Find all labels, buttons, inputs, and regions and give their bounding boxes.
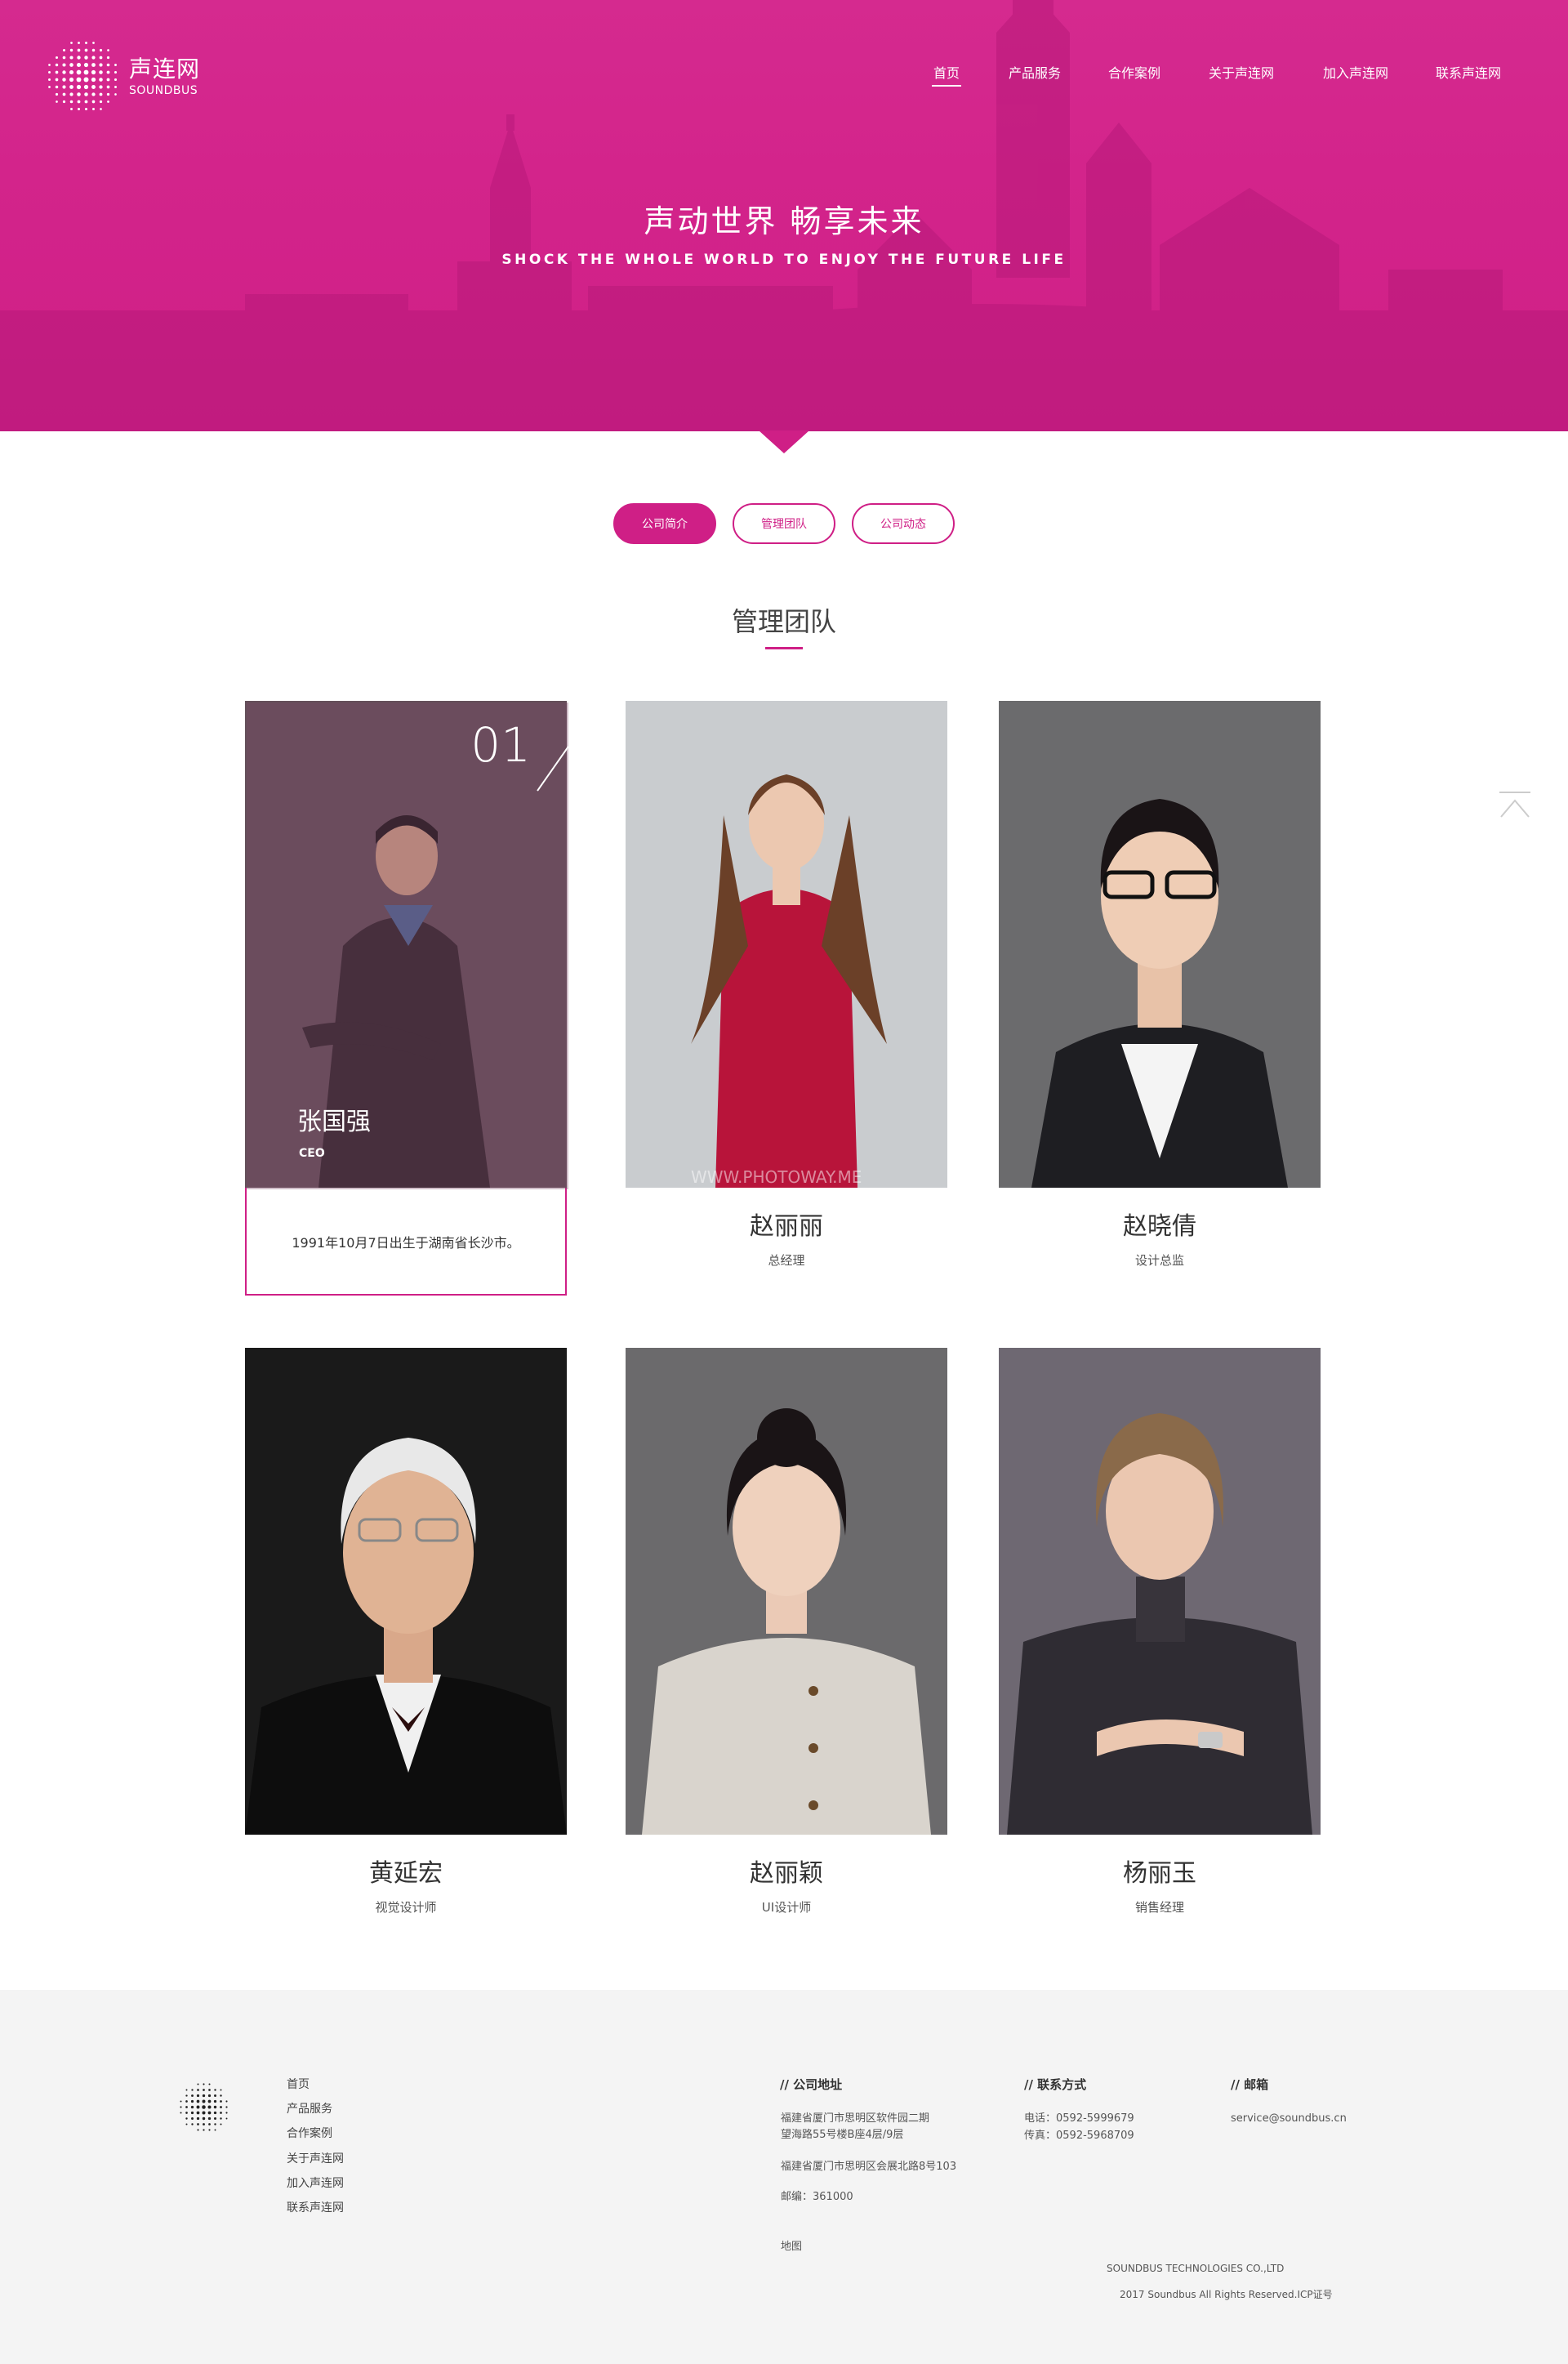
footer-nav-home[interactable]: 首页 bbox=[287, 2076, 310, 2092]
member-name: 赵丽颖 bbox=[750, 1859, 823, 1888]
member-name: 赵晓倩 bbox=[1123, 1212, 1196, 1241]
section-title: 管理团队 bbox=[731, 606, 836, 637]
footer-address-title: // 公司地址 bbox=[780, 2077, 843, 2092]
member-role: UI设计师 bbox=[761, 1900, 812, 1915]
member-name: 杨丽玉 bbox=[1123, 1859, 1196, 1888]
member-name: 赵丽丽 bbox=[750, 1212, 823, 1241]
footer-nav-cases[interactable]: 合作案例 bbox=[287, 2125, 332, 2141]
member-name: 张国强 bbox=[297, 1108, 371, 1136]
team-card[interactable]: 黄延宏 视觉设计师 bbox=[245, 1348, 567, 1936]
member-role: 视觉设计师 bbox=[375, 1900, 437, 1915]
section-title-underline bbox=[765, 647, 803, 649]
soundbus-logo-icon bbox=[48, 42, 118, 111]
footer-email-link[interactable]: service@soundbus.cn bbox=[1231, 2111, 1347, 2127]
hero-subtitle: SHOCK THE WHOLE WORLD TO ENJOY THE FUTUR… bbox=[501, 252, 1067, 268]
footer-postcode: 邮编：361000 bbox=[781, 2191, 853, 2203]
footer-email-title: // 邮箱 bbox=[1231, 2077, 1269, 2092]
footer-address-line-3: 福建省厦门市思明区会展北路8号103 bbox=[781, 2161, 957, 2173]
team-card-featured[interactable]: 01 张国强 CEO 1991年10月7日出生于湖南省长沙市。 bbox=[245, 701, 569, 1296]
team-card[interactable]: 赵丽颖 UI设计师 bbox=[626, 1348, 947, 1936]
footer-fax: 传真：0592-5968709 bbox=[1024, 2130, 1134, 2142]
nav-products[interactable]: 产品服务 bbox=[1009, 62, 1061, 82]
photo-overlay bbox=[247, 703, 568, 1189]
footer-address-line-1: 福建省厦门市思明区软件园二期 bbox=[781, 2112, 930, 2125]
footer-nav-products[interactable]: 产品服务 bbox=[287, 2100, 332, 2116]
member-number: 01 bbox=[470, 717, 531, 773]
brand-name-en: SOUNDBUS bbox=[129, 84, 198, 97]
footer-nav-about[interactable]: 关于声连网 bbox=[287, 2150, 344, 2166]
nav-home[interactable]: 首页 bbox=[931, 62, 962, 87]
nav-cases[interactable]: 合作案例 bbox=[1108, 62, 1160, 82]
footer-phone: 电话：0592-5999679 bbox=[1024, 2112, 1134, 2125]
team-card[interactable]: 杨丽玉 销售经理 bbox=[999, 1348, 1321, 1936]
photo-watermark: WWW.PHOTOWAY.ME bbox=[691, 1167, 862, 1187]
nav-join[interactable]: 加入声连网 bbox=[1323, 62, 1388, 82]
team-card[interactable]: 赵晓倩 设计总监 bbox=[999, 701, 1321, 1289]
footer-nav-contact[interactable]: 联系声连网 bbox=[287, 2199, 344, 2215]
member-photo bbox=[626, 1348, 947, 1835]
member-role: 销售经理 bbox=[1134, 1900, 1184, 1915]
hero-banner: 声连网 SOUNDBUS 首页 产品服务 合作案例 关于声连网 加入声连网 联系… bbox=[0, 0, 1568, 431]
hero-notch-arrow bbox=[759, 430, 809, 453]
brand-name-cn: 声连网 bbox=[129, 56, 201, 83]
footer-nav-join[interactable]: 加入声连网 bbox=[287, 2174, 344, 2191]
back-to-top-icon[interactable] bbox=[1496, 789, 1534, 822]
member-role: 总经理 bbox=[768, 1253, 805, 1268]
nav-about[interactable]: 关于声连网 bbox=[1209, 62, 1274, 82]
tab-company-news[interactable]: 公司动态 bbox=[852, 503, 955, 544]
member-photo bbox=[999, 701, 1321, 1188]
footer-company-name: SOUNDBUS TECHNOLOGIES CO.,LTD bbox=[1107, 2263, 1285, 2274]
member-role: 设计总监 bbox=[1134, 1253, 1184, 1268]
nav-contact[interactable]: 联系声连网 bbox=[1436, 62, 1501, 82]
footer-address-line-2: 望海路55号楼B座4层/9层 bbox=[781, 2129, 904, 2141]
member-role: CEO bbox=[299, 1147, 325, 1160]
member-photo bbox=[245, 1348, 567, 1835]
member-bio: 1991年10月7日出生于湖南省长沙市。 bbox=[292, 1235, 520, 1251]
member-photo: WWW.PHOTOWAY.ME bbox=[626, 701, 947, 1188]
tab-management-team[interactable]: 管理团队 bbox=[733, 503, 835, 544]
member-name: 黄延宏 bbox=[369, 1859, 443, 1888]
tab-company-intro[interactable]: 公司简介 bbox=[613, 503, 716, 544]
brand-logo[interactable]: 声连网 SOUNDBUS bbox=[46, 39, 200, 114]
footer-map-link[interactable]: 地图 bbox=[781, 2239, 802, 2255]
footer bbox=[0, 1990, 1568, 2364]
footer-contact-title: // 联系方式 bbox=[1024, 2077, 1087, 2092]
footer-logo-icon[interactable] bbox=[178, 2081, 230, 2134]
hero-title: 声动世界 畅享未来 bbox=[644, 203, 924, 239]
footer-copyright: 2017 Soundbus All Rights Reserved.ICP证号 bbox=[1120, 2289, 1333, 2300]
member-photo bbox=[999, 1348, 1321, 1835]
team-card[interactable]: WWW.PHOTOWAY.ME 赵丽丽 总经理 bbox=[626, 701, 947, 1289]
